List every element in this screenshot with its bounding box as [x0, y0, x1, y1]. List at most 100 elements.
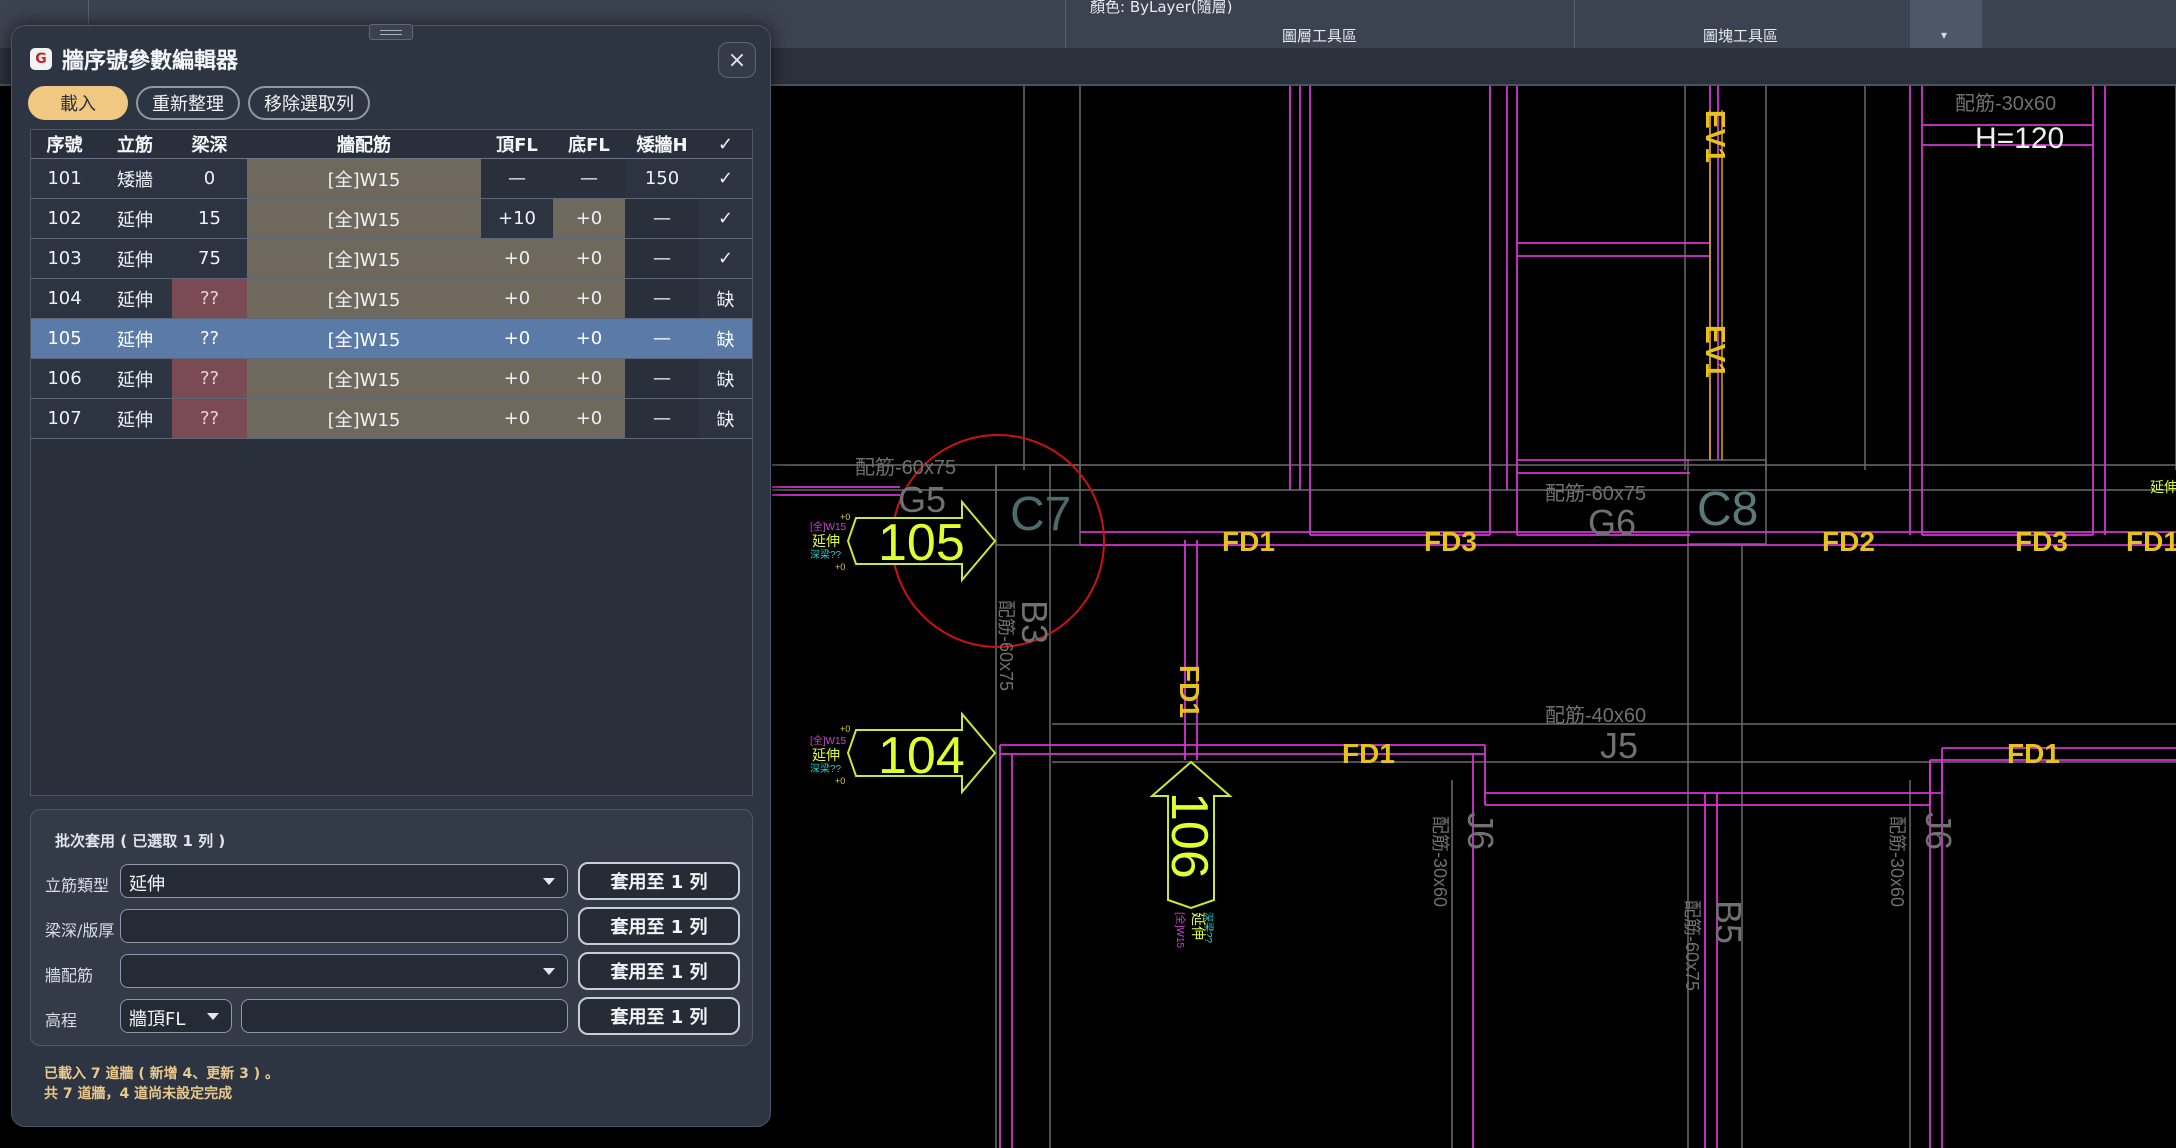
header-top-fl[interactable]: 頂FL — [481, 130, 553, 159]
load-button[interactable]: 載入 — [28, 86, 128, 120]
wall-105-tag-bottom: +0 — [835, 562, 845, 572]
cell-top-fl[interactable]: +0 — [481, 358, 553, 399]
cell-beam-depth[interactable]: 15 — [172, 198, 247, 239]
cell-rebar-type[interactable]: 延伸 — [98, 318, 172, 359]
apply-rebar-type-button[interactable]: 套用至 1 列 — [578, 862, 740, 900]
cell-status: ✓ — [699, 238, 752, 279]
header-status[interactable]: ✓ — [699, 130, 752, 159]
cell-top-fl[interactable]: +0 — [481, 318, 553, 359]
cell-top-fl[interactable]: +0 — [481, 398, 553, 439]
status-message: 已載入 7 道牆 ( 新增 4、更新 3 ) 。 共 7 道牆，4 道尚未設定完… — [44, 1064, 279, 1104]
rebar-j6-label-1: 配筋-30x60 — [1430, 816, 1450, 907]
cell-low-wall-h[interactable]: — — [625, 358, 699, 399]
cell-bottom-fl[interactable]: — — [553, 158, 625, 199]
cell-low-wall-h[interactable]: — — [625, 198, 699, 239]
cell-low-wall-h[interactable]: — — [625, 318, 699, 359]
header-id[interactable]: 序號 — [31, 130, 98, 159]
app-logo-icon: G — [30, 48, 52, 70]
table-row[interactable]: 101 矮牆 0 [全]W15 — — 150 ✓ — [31, 158, 752, 199]
table-row[interactable]: 103 延伸 75 [全]W15 +0 +0 — ✓ — [31, 238, 752, 279]
cell-rebar-type[interactable]: 延伸 — [98, 358, 172, 399]
rebar-type-value: 延伸 — [129, 874, 165, 895]
rebar-g6-label: 配筋-60x75 — [1545, 482, 1646, 505]
cell-rebar-type[interactable]: 延伸 — [98, 238, 172, 279]
cell-beam-depth[interactable]: ?? — [172, 278, 247, 319]
header-beam-depth[interactable]: 梁深 — [172, 130, 247, 159]
header-rebar-type[interactable]: 立筋 — [98, 130, 172, 159]
cell-top-fl[interactable]: — — [481, 158, 553, 199]
cell-wall-rebar[interactable]: [全]W15 — [247, 318, 481, 359]
cell-rebar-type[interactable]: 延伸 — [98, 278, 172, 319]
cell-low-wall-h[interactable]: — — [625, 238, 699, 279]
cell-bottom-fl[interactable]: +0 — [553, 318, 625, 359]
dialog-title: 牆序號參數編輯器 — [62, 49, 239, 74]
rebar-top-label: 配筋-30x60 — [1955, 92, 2056, 115]
cell-id: 101 — [31, 158, 98, 199]
table-row-selected[interactable]: 105 延伸 ?? [全]W15 +0 +0 — 缺 — [31, 318, 752, 359]
table-header-row: 序號 立筋 梁深 牆配筋 頂FL 底FL 矮牆H ✓ — [31, 130, 752, 159]
table-row[interactable]: 107 延伸 ?? [全]W15 +0 +0 — 缺 — [31, 398, 752, 439]
cell-top-fl[interactable]: +10 — [481, 198, 553, 239]
wall-table[interactable]: 序號 立筋 梁深 牆配筋 頂FL 底FL 矮牆H ✓ 101 矮牆 0 [全]W… — [30, 129, 753, 796]
fd1-label-2: FD1 — [1342, 738, 1395, 769]
rebar-type-select[interactable]: 延伸 — [120, 864, 568, 898]
cell-rebar-type[interactable]: 矮牆 — [98, 158, 172, 199]
table-row[interactable]: 102 延伸 15 [全]W15 +10 +0 — ✓ — [31, 198, 752, 239]
cell-bottom-fl[interactable]: +0 — [553, 278, 625, 319]
cell-wall-rebar[interactable]: [全]W15 — [247, 238, 481, 279]
rebar-j6-label-2: 配筋-30x60 — [1887, 816, 1907, 907]
cell-rebar-type[interactable]: 延伸 — [98, 198, 172, 239]
cell-top-fl[interactable]: +0 — [481, 238, 553, 279]
depth-input[interactable] — [120, 909, 568, 943]
cell-wall-rebar[interactable]: [全]W15 — [247, 158, 481, 199]
wall-104-tag-top: +0 — [840, 724, 850, 734]
column-c7-label: C7 — [1010, 488, 1071, 541]
cell-bottom-fl[interactable]: +0 — [553, 198, 625, 239]
elevation-mode-select[interactable]: 牆頂FL — [120, 999, 232, 1033]
edge-wall-tag-type: 延伸 — [2150, 479, 2176, 495]
fd1-label-1: FD1 — [1222, 526, 1275, 557]
cell-bottom-fl[interactable]: +0 — [553, 358, 625, 399]
beam-b3-label: B3 — [1014, 600, 1055, 644]
cell-bottom-fl[interactable]: +0 — [553, 398, 625, 439]
wall-rebar-select[interactable] — [120, 954, 568, 988]
apply-depth-button[interactable]: 套用至 1 列 — [578, 907, 740, 945]
cell-wall-rebar[interactable]: [全]W15 — [247, 198, 481, 239]
cell-beam-depth[interactable]: ?? — [172, 358, 247, 399]
apply-elevation-button[interactable]: 套用至 1 列 — [578, 997, 740, 1035]
cell-low-wall-h[interactable]: — — [625, 278, 699, 319]
height-120-label: H=120 — [1975, 122, 2064, 155]
remove-selected-button[interactable]: 移除選取列 — [248, 86, 370, 120]
elevation-input[interactable] — [241, 999, 568, 1033]
wall-105-tag-depth: 深梁?? — [810, 548, 842, 561]
cell-wall-rebar[interactable]: [全]W15 — [247, 398, 481, 439]
fd1-label-vertical: FD1 — [1174, 665, 1205, 718]
cell-rebar-type[interactable]: 延伸 — [98, 398, 172, 439]
cell-wall-rebar[interactable]: [全]W15 — [247, 358, 481, 399]
column-c8-label: C8 — [1697, 483, 1758, 536]
cell-beam-depth[interactable]: 75 — [172, 238, 247, 279]
reorganize-button[interactable]: 重新整理 — [136, 86, 240, 120]
cell-low-wall-h[interactable]: 150 — [625, 158, 699, 199]
elevation-label: 高程 — [45, 1011, 78, 1030]
cell-low-wall-h[interactable]: — — [625, 398, 699, 439]
batch-row-rebar-type: 立筋類型 延伸 套用至 1 列 — [31, 862, 752, 900]
header-bottom-fl[interactable]: 底FL — [553, 130, 625, 159]
cell-beam-depth[interactable]: ?? — [172, 398, 247, 439]
cell-beam-depth[interactable]: 0 — [172, 158, 247, 199]
table-row[interactable]: 104 延伸 ?? [全]W15 +0 +0 — 缺 — [31, 278, 752, 319]
drag-handle[interactable] — [369, 24, 413, 40]
wall-105-tag-top: +0 — [840, 512, 850, 522]
cell-bottom-fl[interactable]: +0 — [553, 238, 625, 279]
header-low-wall-h[interactable]: 矮牆H — [625, 130, 699, 159]
apply-wall-rebar-button[interactable]: 套用至 1 列 — [578, 952, 740, 990]
cell-wall-rebar[interactable]: [全]W15 — [247, 278, 481, 319]
close-button[interactable]: × — [718, 42, 756, 78]
fd2-label: FD2 — [1822, 526, 1875, 557]
table-row[interactable]: 106 延伸 ?? [全]W15 +0 +0 — 缺 — [31, 358, 752, 399]
status-line-1: 已載入 7 道牆 ( 新增 4、更新 3 ) 。 — [44, 1066, 280, 1082]
header-wall-rebar[interactable]: 牆配筋 — [247, 130, 481, 159]
fd-label-edge: FD1 — [2126, 526, 2176, 557]
cell-beam-depth[interactable]: ?? — [172, 318, 247, 359]
cell-top-fl[interactable]: +0 — [481, 278, 553, 319]
